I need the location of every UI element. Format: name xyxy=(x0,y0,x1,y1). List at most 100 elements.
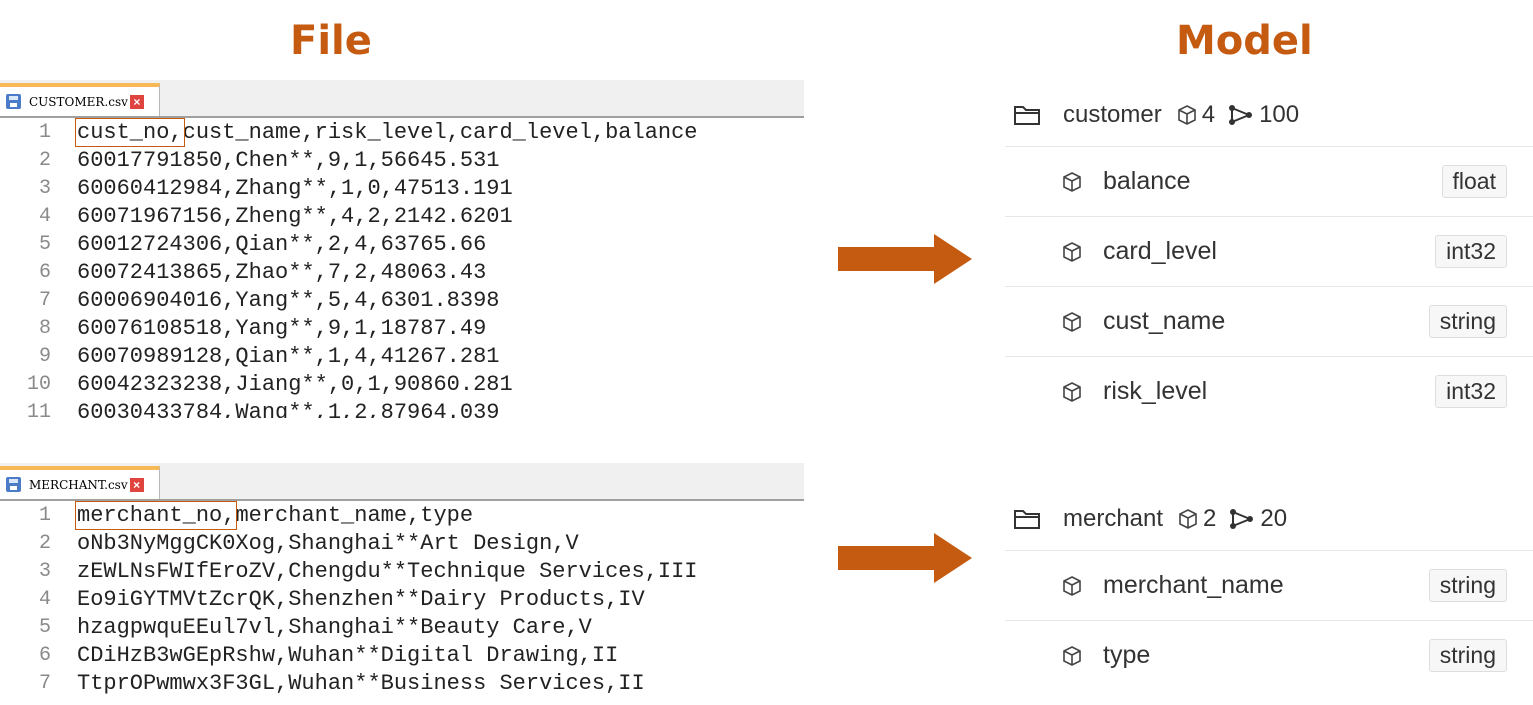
editor-tab-bar: CUSTOMER.csv × xyxy=(0,80,804,118)
line-number: 6 xyxy=(38,260,51,284)
type-badge: string xyxy=(1428,639,1507,672)
key-highlight: cust_no, xyxy=(75,117,185,147)
code-line: 3 60060412984,Zhang**,1,0,47513.191 xyxy=(0,174,804,202)
line-text: oNb3NyMggCK0Xog,Shanghai**Art Design,V xyxy=(77,530,579,556)
line-text: 60012724306,Qian**,2,4,63765.66 xyxy=(77,231,487,257)
line-number: 4 xyxy=(38,587,51,611)
line-number: 3 xyxy=(38,176,51,200)
line-text: CDiHzB3wGEpRshw,Wuhan**Digital Drawing,I… xyxy=(77,642,619,668)
code-line: 5 60012724306,Qian**,2,4,63765.66 xyxy=(0,230,804,258)
file-tab-customer[interactable]: CUSTOMER.csv × xyxy=(0,83,160,116)
code-area[interactable]: 1 cust_no,cust_name,risk_level,card_leve… xyxy=(0,117,804,419)
code-line: 3 zEWLNsFWIfEroZV,Chengdu**Technique Serv… xyxy=(0,557,804,585)
field-row[interactable]: balance float xyxy=(1005,147,1533,217)
code-line: 7 60006904016,Yang**,5,4,6301.8398 xyxy=(0,286,804,314)
merchant-csv-editor: MERCHANT.csv × 1 merchant_no,merchant_na… xyxy=(0,463,804,705)
type-badge: int32 xyxy=(1435,375,1507,408)
property-cube-icon xyxy=(1177,508,1199,530)
header-text: merchant_name,type xyxy=(235,502,474,528)
line-number: 8 xyxy=(38,316,51,340)
line-text: TtprOPwmwx3F3GL,Wuhan**Business Services… xyxy=(77,670,645,696)
line-text: hzagpwquEEul7vl,Shanghai**Beauty Care,V xyxy=(77,614,592,640)
code-line: 7 TtprOPwmwx3F3GL,Wuhan**Business Service… xyxy=(0,669,804,697)
model-header[interactable]: merchant 2 20 xyxy=(1005,488,1533,551)
line-number: 3 xyxy=(38,559,51,583)
code-line: 8 60076108518,Yang**,9,1,18787.49 xyxy=(0,314,804,342)
line-text: 60071967156,Zheng**,4,2,2142.6201 xyxy=(77,203,513,229)
close-icon[interactable]: × xyxy=(129,477,144,492)
line-number: 10 xyxy=(26,372,51,396)
line-text: 60042323238,Jiang**,0,1,90860.281 xyxy=(77,371,513,397)
tab-label: CUSTOMER.csv xyxy=(29,94,128,109)
model-name: merchant xyxy=(1063,505,1164,532)
field-name: type xyxy=(1103,641,1151,669)
key-highlight: merchant_no, xyxy=(74,500,238,530)
model-header[interactable]: customer 4 100 xyxy=(1005,84,1533,147)
line-text: 60072413865,Zhao**,7,2,48063.43 xyxy=(77,259,487,285)
tab-label: MERCHANT.csv xyxy=(29,477,128,492)
line-text: 60070989128,Qian**,1,4,41267.281 xyxy=(77,343,500,369)
code-line: 2 60017791850,Chen**,9,1,56645.531 xyxy=(0,146,804,174)
code-line: 6 CDiHzB3wGEpRshw,Wuhan**Digital Drawing,… xyxy=(0,641,804,669)
line-number: 2 xyxy=(38,531,51,555)
property-cube-icon xyxy=(1176,104,1198,126)
field-name: balance xyxy=(1103,167,1191,195)
edge-icon xyxy=(1228,508,1256,530)
type-badge: string xyxy=(1428,569,1507,602)
model-heading: Model xyxy=(1176,18,1313,64)
model-name: customer xyxy=(1063,101,1162,128)
line-text: 60017791850,Chen**,9,1,56645.531 xyxy=(77,147,500,173)
field-name: merchant_name xyxy=(1103,571,1284,599)
property-count: 2 xyxy=(1203,505,1217,532)
merchant-model: merchant 2 20 merchant_name string type … xyxy=(1005,488,1533,690)
code-line: 4 60071967156,Zheng**,4,2,2142.6201 xyxy=(0,202,804,230)
property-count: 4 xyxy=(1201,101,1216,128)
code-line: 10 60042323238,Jiang**,0,1,90860.281 xyxy=(0,370,804,398)
property-cube-icon xyxy=(1061,381,1083,403)
line-text: 60030433784,Wang**,1,2,87964.039 xyxy=(77,399,500,419)
code-line: 9 60070989128,Qian**,1,4,41267.281 xyxy=(0,342,804,370)
file-heading: File xyxy=(290,18,372,64)
line-number: 1 xyxy=(38,120,51,144)
line-text: 60006904016,Yang**,5,4,6301.8398 xyxy=(77,287,500,313)
code-area[interactable]: 1 merchant_no,merchant_name,type 2 oNb3Ny… xyxy=(0,500,804,697)
line-text: 60060412984,Zhang**,1,0,47513.191 xyxy=(77,175,513,201)
line-text: zEWLNsFWIfEroZV,Chengdu**Technique Servi… xyxy=(77,558,698,584)
code-line: 6 60072413865,Zhao**,7,2,48063.43 xyxy=(0,258,804,286)
field-row[interactable]: card_level int32 xyxy=(1005,217,1533,287)
right-arrow-icon xyxy=(838,234,972,284)
save-icon xyxy=(6,94,21,109)
line-text: 60076108518,Yang**,9,1,18787.49 xyxy=(77,315,487,341)
field-row[interactable]: type string xyxy=(1005,621,1533,690)
field-row[interactable]: cust_name string xyxy=(1005,287,1533,357)
folder-icon xyxy=(1013,508,1041,530)
field-name: card_level xyxy=(1103,237,1217,265)
code-line: 1 cust_no,cust_name,risk_level,card_leve… xyxy=(0,117,804,147)
field-name: risk_level xyxy=(1103,377,1208,405)
property-cube-icon xyxy=(1061,171,1083,193)
line-number: 1 xyxy=(38,503,51,527)
type-badge: int32 xyxy=(1435,235,1507,268)
type-badge: float xyxy=(1441,165,1507,198)
type-badge: string xyxy=(1428,305,1507,338)
save-icon xyxy=(6,477,21,492)
customer-model: customer 4 100 balance float card_level … xyxy=(1005,84,1533,426)
file-tab-merchant[interactable]: MERCHANT.csv × xyxy=(0,466,160,499)
edge-count: 100 xyxy=(1259,101,1300,128)
edge-icon xyxy=(1227,104,1255,126)
line-number: 6 xyxy=(38,643,51,667)
line-text: Eo9iGYTMVtZcrQK,Shenzhen**Dairy Products… xyxy=(77,586,645,612)
customer-csv-editor: CUSTOMER.csv × 1 cust_no,cust_name,risk_… xyxy=(0,80,804,418)
close-icon[interactable]: × xyxy=(129,94,144,109)
code-line: 11 60030433784,Wang**,1,2,87964.039 xyxy=(0,398,804,419)
line-number: 5 xyxy=(38,232,51,256)
line-number: 5 xyxy=(38,615,51,639)
line-number: 2 xyxy=(38,148,51,172)
property-cube-icon xyxy=(1061,311,1083,333)
field-row[interactable]: risk_level int32 xyxy=(1005,357,1533,426)
editor-tab-bar: MERCHANT.csv × xyxy=(0,463,804,501)
right-arrow-icon xyxy=(838,533,972,583)
code-line: 1 merchant_no,merchant_name,type xyxy=(0,500,804,530)
line-number: 7 xyxy=(38,288,51,312)
field-row[interactable]: merchant_name string xyxy=(1005,551,1533,621)
